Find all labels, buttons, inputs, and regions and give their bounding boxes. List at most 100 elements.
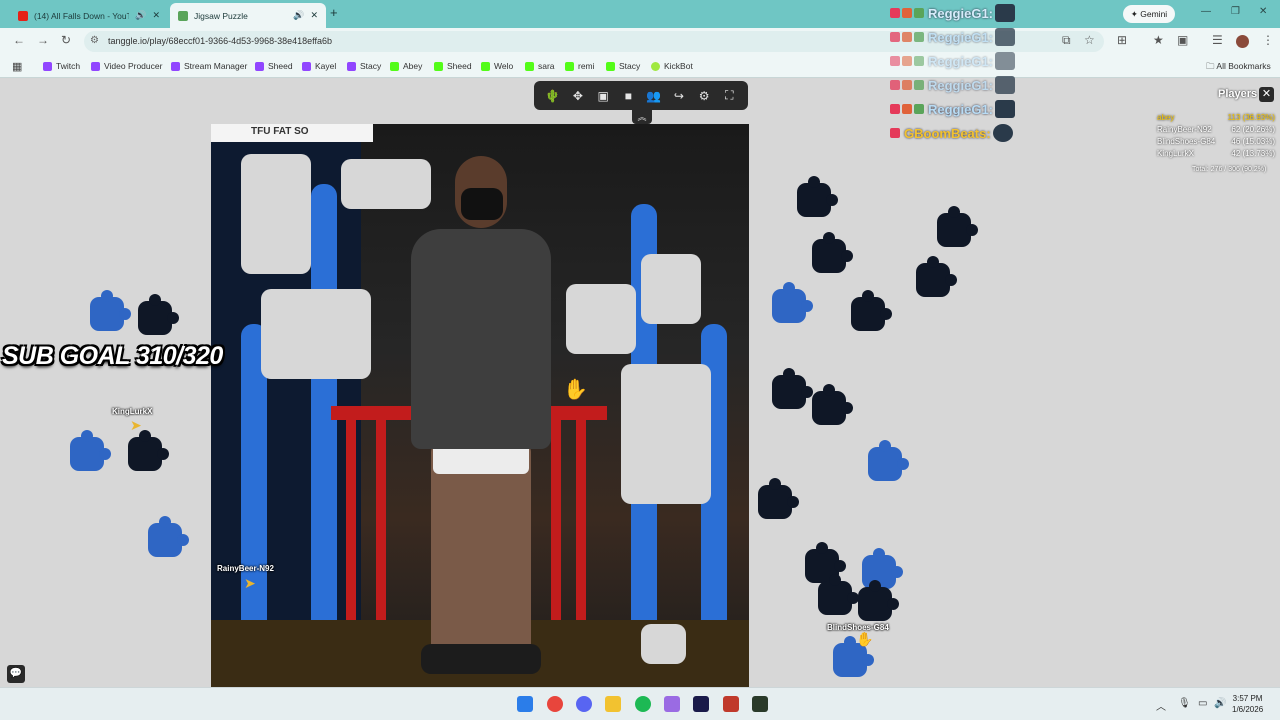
share-icon[interactable]: ↪ (670, 87, 688, 105)
bookmark-kickbot[interactable]: KickBot (651, 61, 693, 71)
tanggle-logo-icon[interactable]: 🌵 (544, 87, 562, 105)
blue-pillar (311, 184, 337, 684)
settings-gear-icon[interactable]: ⚙ (695, 87, 713, 105)
copilot-icon[interactable] (664, 696, 680, 712)
puzzle-piece[interactable] (812, 384, 853, 425)
bookmark-remi[interactable]: remi (565, 61, 595, 71)
bookmarks-icon[interactable]: ★ (1153, 33, 1164, 47)
file-explorer-icon[interactable] (605, 696, 621, 712)
tray-chevron-icon[interactable]: ︿ (1156, 698, 1166, 713)
bookmark-stacy-kick[interactable]: Stacy (606, 61, 640, 71)
chat-message: ReggieG1: (890, 75, 1016, 95)
browser-toolbar: ← → ↻ ⚙ tanggle.io/play/68eccf01-9366-4d… (0, 28, 1280, 54)
volume-icon[interactable]: 🔊 (1214, 698, 1226, 709)
player-name: RainyBeer-N92 (1157, 125, 1212, 134)
puzzle-piece[interactable] (916, 256, 957, 297)
puzzle-piece[interactable] (772, 282, 813, 323)
tab-jigsaw[interactable]: Jigsaw Puzzle 🔊 ✕ (170, 3, 326, 28)
bookmark-kayel[interactable]: Kayel (302, 61, 336, 71)
chrome-icon[interactable] (547, 696, 563, 712)
bookmark-welo[interactable]: Welo (481, 61, 513, 71)
forward-icon[interactable]: → (37, 33, 49, 47)
twitch-icon (91, 61, 100, 71)
bookmark-sheed-kick[interactable]: Sheed (434, 61, 472, 71)
bookmark-star-icon[interactable]: ☆ (1084, 33, 1095, 47)
close-icon[interactable]: ✕ (152, 10, 160, 21)
puzzle-piece[interactable] (797, 176, 838, 217)
install-app-icon[interactable]: ⧉ (1062, 33, 1071, 48)
reload-icon[interactable]: ↻ (61, 33, 71, 47)
close-window-icon[interactable]: ✕ (1259, 6, 1267, 17)
all-bookmarks-button[interactable]: 🗀 All Bookmarks (1206, 61, 1271, 75)
player-name: KingLurkX (1157, 149, 1194, 158)
player-cursor-label: KingLurkX (112, 407, 153, 416)
chat-username: ReggieG1: (928, 29, 994, 45)
fullscreen-icon[interactable]: ⛶ (720, 87, 738, 105)
split-view-icon[interactable]: ▣ (1177, 33, 1188, 47)
puzzle-piece[interactable] (868, 440, 909, 481)
hand-cursor-icon: ✋ (563, 379, 588, 401)
puzzle-piece[interactable] (858, 580, 899, 621)
discord-icon[interactable] (576, 696, 592, 712)
menu-icon[interactable]: ⋮ (1262, 33, 1274, 47)
image-preview-icon[interactable]: ▣ (594, 87, 612, 105)
close-icon[interactable]: ✕ (310, 10, 318, 21)
collapse-toolbar-icon[interactable]: ︽ (632, 110, 652, 124)
puzzle-piece-icon[interactable]: ✥ (569, 87, 587, 105)
heart-badge-icon (890, 104, 900, 114)
puzzle-piece[interactable] (772, 368, 813, 409)
bookmark-sara[interactable]: sara (525, 61, 555, 71)
spotify-icon[interactable] (635, 696, 651, 712)
puzzle-piece[interactable] (90, 290, 131, 331)
system-clock[interactable]: 3:57 PM 1/6/2026 (1232, 693, 1263, 715)
premiere-icon[interactable] (693, 696, 709, 712)
twitch-icon (302, 61, 311, 71)
puzzle-piece[interactable] (148, 516, 189, 557)
speaker-icon[interactable]: 🔊 (293, 10, 304, 21)
puzzle-piece[interactable] (833, 636, 874, 677)
bookmark-twitch[interactable]: Twitch (43, 61, 80, 71)
puzzle-game-area[interactable]: 🌵 ✥ ▣ ■ 👥 ↪ ⚙ ⛶ ︽ TFU FAT SO ✋ KingLurkX… (0, 79, 1280, 687)
sub-badge-icon (914, 8, 924, 18)
media-app-icon[interactable] (723, 696, 739, 712)
maximize-icon[interactable]: ❐ (1231, 6, 1240, 17)
microphone-icon[interactable]: 🎙 (1178, 698, 1191, 709)
puzzle-piece[interactable] (812, 232, 853, 273)
close-players-icon[interactable]: ✕ (1259, 87, 1274, 102)
display-icon[interactable]: ▭ (1198, 698, 1207, 709)
emote-icon (995, 100, 1016, 118)
puzzle-piece[interactable] (138, 294, 179, 335)
gemini-button[interactable]: ✦ Gemini (1123, 5, 1175, 23)
bookmark-stream-manager[interactable]: Stream Manager (171, 61, 247, 71)
bookmark-video-producer[interactable]: Video Producer (91, 61, 162, 71)
puzzle-piece[interactable] (818, 574, 859, 615)
player-name: BlindShoes-G84 (1157, 137, 1216, 146)
players-icon[interactable]: 👥 (645, 87, 663, 105)
speaker-icon[interactable]: 🔊 (135, 10, 146, 21)
back-icon[interactable]: ← (13, 33, 25, 47)
media-icon[interactable]: ☰ (1212, 33, 1223, 47)
puzzle-piece[interactable] (937, 206, 978, 247)
kickbot-icon (651, 61, 660, 71)
apps-icon[interactable]: ▦ (12, 60, 22, 73)
bookmark-stacy[interactable]: Stacy (347, 61, 381, 71)
kickbot-app-icon[interactable] (752, 696, 768, 712)
site-info-icon[interactable]: ⚙ (90, 35, 99, 46)
puzzle-piece[interactable] (851, 290, 892, 331)
bookmark-sheed[interactable]: Sheed (255, 61, 293, 71)
sub-badge-icon (914, 104, 924, 114)
background-color-icon[interactable]: ■ (619, 87, 637, 105)
tab-youtube[interactable]: (14) All Falls Down - YouTub 🔊 ✕ (10, 3, 168, 28)
windows-start-icon[interactable] (517, 696, 533, 712)
minimize-icon[interactable]: — (1201, 6, 1211, 17)
extensions-icon[interactable]: ⊞ (1117, 33, 1127, 47)
avatar[interactable] (1236, 35, 1249, 48)
chat-icon[interactable]: 💬 (7, 665, 25, 683)
kick-icon (434, 61, 443, 71)
puzzle-board[interactable]: TFU FAT SO (211, 124, 749, 687)
puzzle-piece[interactable] (70, 430, 111, 471)
bookmark-abey[interactable]: Abey (390, 61, 422, 71)
puzzle-piece[interactable] (128, 430, 169, 471)
new-tab-button[interactable]: + (330, 5, 338, 20)
puzzle-piece[interactable] (758, 478, 799, 519)
